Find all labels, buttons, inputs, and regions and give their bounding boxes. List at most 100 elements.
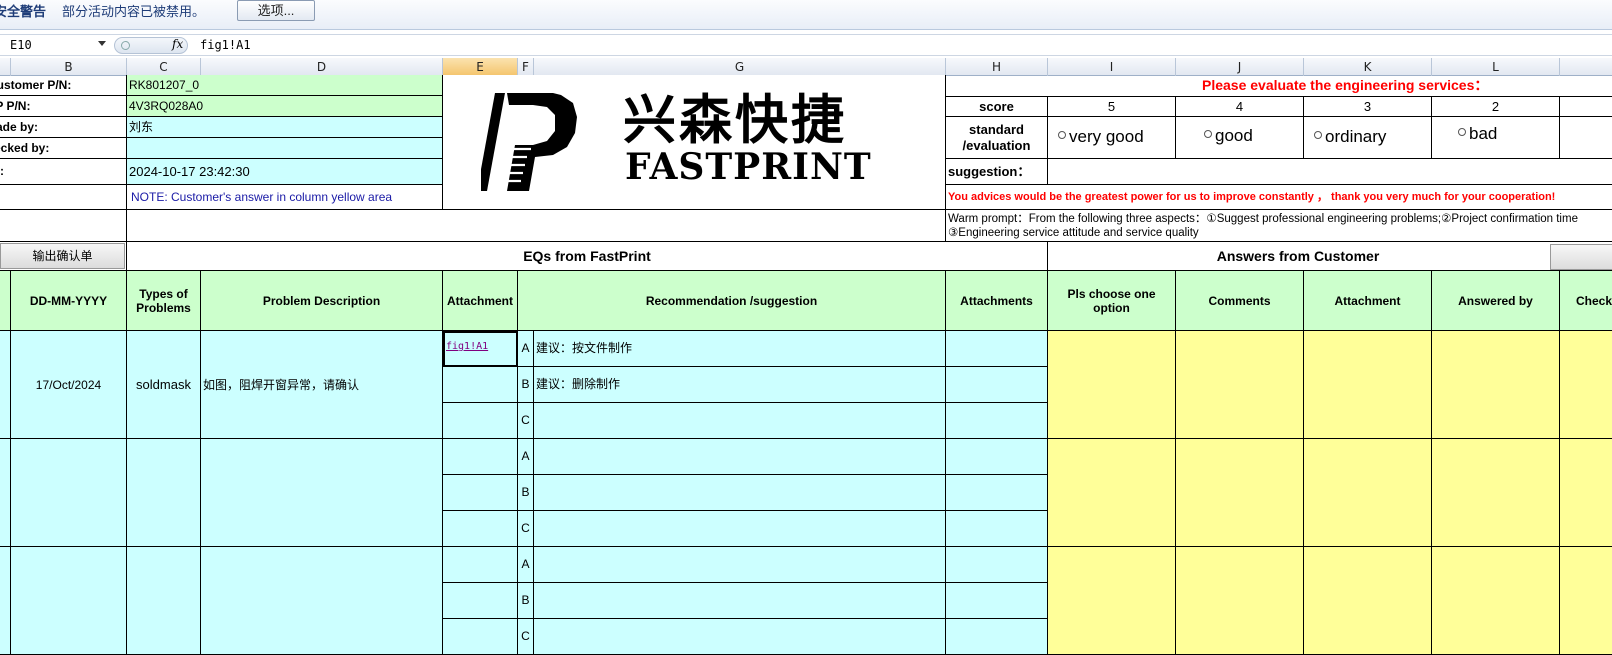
- option-recommendation[interactable]: [534, 439, 946, 475]
- cell-type[interactable]: soldmask: [127, 331, 201, 439]
- score-5: 5: [1048, 97, 1176, 117]
- insert-function-icon[interactable]: fx: [172, 37, 183, 51]
- customer-pn-label: Customer P/N:: [0, 78, 72, 92]
- cell-description[interactable]: 如图，阻焊开窗异常，请确认: [201, 331, 443, 439]
- option-recommendation[interactable]: [534, 403, 946, 439]
- cell-type[interactable]: [127, 439, 201, 547]
- option-recommendation[interactable]: [534, 547, 946, 583]
- cell-answered-by[interactable]: [1432, 439, 1560, 547]
- row-marker: [0, 331, 11, 439]
- column-header-a[interactable]: [0, 58, 11, 76]
- option-good-label: good: [1215, 126, 1253, 145]
- column-header-l[interactable]: L: [1432, 58, 1560, 76]
- options-button[interactable]: 选项...: [237, 0, 315, 21]
- option-recommendation[interactable]: 建议：删除制作: [534, 367, 946, 403]
- cell-check[interactable]: [1560, 439, 1612, 547]
- cell-answered-by[interactable]: [1432, 331, 1560, 439]
- checked-by-cell[interactable]: [127, 138, 443, 159]
- radio-icon[interactable]: [1058, 131, 1066, 139]
- cell-attachments[interactable]: [946, 475, 1048, 511]
- option-recommendation[interactable]: [534, 619, 946, 655]
- option-good[interactable]: good: [1176, 117, 1304, 159]
- th-comments: Comments: [1176, 271, 1304, 331]
- pn-cell[interactable]: 4V3RQ028A0: [127, 96, 443, 117]
- column-header-c[interactable]: C: [127, 58, 201, 76]
- radio-icon[interactable]: [1458, 128, 1466, 136]
- export-confirmation-button[interactable]: 输出确认单: [0, 243, 125, 269]
- made-by-cell[interactable]: 刘东: [127, 117, 443, 138]
- cell-comments[interactable]: [1176, 331, 1304, 439]
- date-label-cell: Date:: [0, 159, 127, 185]
- logo-chinese-text: 兴森快捷: [623, 90, 847, 151]
- option-blank: [1560, 117, 1612, 159]
- score-3: 3: [1304, 97, 1432, 117]
- option-very-good[interactable]: very good: [1048, 117, 1176, 159]
- radio-icon[interactable]: [1314, 131, 1322, 139]
- logo-cell: 兴森快捷 FASTPRINT: [443, 75, 946, 210]
- warm-prompt-line-1: Warm prompt：From the following three asp…: [948, 213, 1578, 225]
- radio-icon[interactable]: [1204, 130, 1212, 138]
- pn-value: 4V3RQ028A0: [129, 99, 204, 113]
- name-box-dropdown-icon[interactable]: [98, 41, 106, 46]
- option-recommendation[interactable]: 建议：按文件制作: [534, 331, 946, 367]
- score-blank: [1560, 97, 1612, 117]
- date-label: Date:: [0, 164, 5, 178]
- attachment-link[interactable]: fig1!A1: [446, 341, 488, 352]
- cell-attachment[interactable]: [443, 619, 518, 655]
- cell-attachments[interactable]: [946, 547, 1048, 583]
- option-recommendation[interactable]: [534, 475, 946, 511]
- note-text: NOTE: Customer's answer in column yellow…: [131, 190, 393, 204]
- cell-description[interactable]: [201, 439, 443, 547]
- column-header-k[interactable]: K: [1304, 58, 1432, 76]
- cell-attachments[interactable]: [946, 331, 1048, 367]
- column-header-i[interactable]: I: [1048, 58, 1176, 76]
- cell-comments[interactable]: [1176, 439, 1304, 547]
- option-bad[interactable]: bad: [1432, 117, 1560, 159]
- cell-attachments[interactable]: [946, 619, 1048, 655]
- column-header-d[interactable]: D: [201, 58, 443, 76]
- option-ordinary[interactable]: ordinary: [1304, 117, 1432, 159]
- th-choose: Pls choose one option: [1048, 271, 1176, 331]
- cell-attachment[interactable]: [443, 475, 518, 511]
- customer-pn-value: RK801207_0: [129, 78, 200, 92]
- cell-attachment[interactable]: [443, 403, 518, 439]
- cell-attachment[interactable]: [443, 439, 518, 475]
- cell-attachment[interactable]: [443, 367, 518, 403]
- cell-attachment[interactable]: [443, 547, 518, 583]
- column-header-g[interactable]: G: [534, 58, 946, 76]
- cell-attachments[interactable]: [946, 511, 1048, 547]
- option-letter: C: [518, 619, 534, 655]
- cell-attachment[interactable]: fig1!A1: [443, 331, 518, 367]
- answers-button[interactable]: [1550, 244, 1612, 270]
- customer-pn-cell[interactable]: RK801207_0: [127, 75, 443, 96]
- cell-choose-option[interactable]: [1048, 439, 1176, 547]
- cell-date[interactable]: 17/Oct/2024: [11, 331, 127, 439]
- suggestion-input[interactable]: [1048, 159, 1612, 185]
- column-header-h[interactable]: H: [946, 58, 1048, 76]
- column-header-e[interactable]: E: [443, 58, 518, 76]
- column-header-m[interactable]: [1560, 58, 1612, 76]
- row-marker: [0, 439, 11, 547]
- cell-attachments[interactable]: [946, 583, 1048, 619]
- cell-answer-attachment[interactable]: [1304, 439, 1432, 547]
- customer-pn-label-cell: Customer P/N:: [0, 75, 127, 96]
- cell-answer-attachment[interactable]: [1304, 331, 1432, 439]
- cell-date[interactable]: [11, 439, 127, 547]
- option-very-good-label: very good: [1069, 127, 1144, 146]
- cell-attachment[interactable]: [443, 511, 518, 547]
- cell-attachment[interactable]: [443, 583, 518, 619]
- option-recommendation[interactable]: [534, 511, 946, 547]
- formula-input[interactable]: fig1!A1: [200, 36, 251, 55]
- cell-choose-option[interactable]: [1048, 331, 1176, 439]
- option-recommendation[interactable]: [534, 583, 946, 619]
- column-header-b[interactable]: B: [11, 58, 127, 76]
- cell-check[interactable]: [1560, 331, 1612, 439]
- name-box[interactable]: E10: [0, 36, 112, 55]
- date-cell[interactable]: 2024-10-17 23:42:30: [127, 159, 443, 185]
- column-header-j[interactable]: J: [1176, 58, 1304, 76]
- column-header-f[interactable]: F: [518, 58, 534, 76]
- cell-attachments[interactable]: [946, 367, 1048, 403]
- zoom-icon[interactable]: [121, 41, 130, 50]
- cell-attachments[interactable]: [946, 439, 1048, 475]
- cell-attachments[interactable]: [946, 403, 1048, 439]
